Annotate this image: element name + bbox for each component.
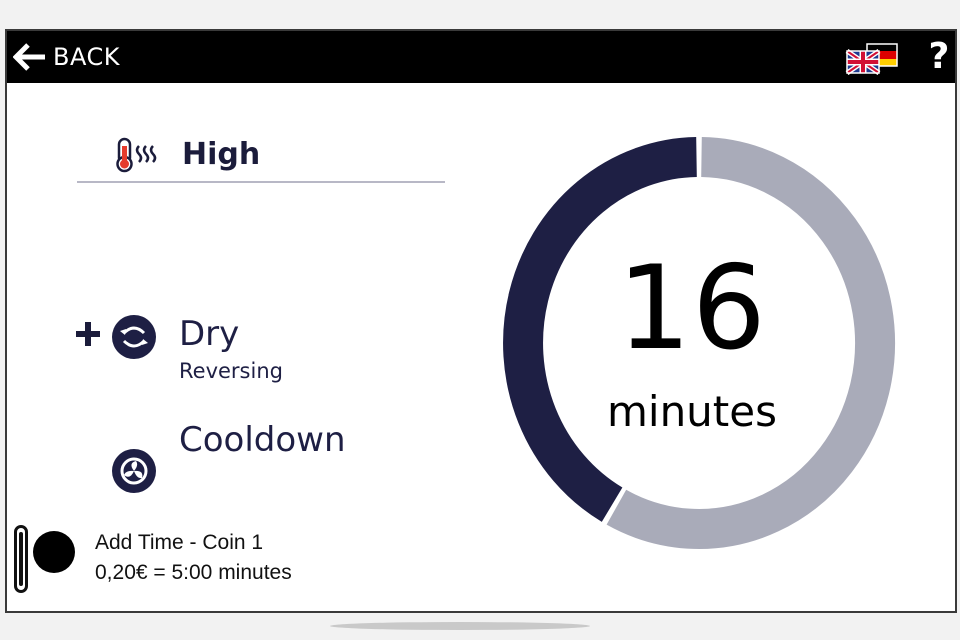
add-time-rate: 0,20€ = 5:00 minutes <box>95 561 292 584</box>
reversing-drum-icon <box>112 315 156 359</box>
heat-level-label: High <box>182 137 261 172</box>
back-label: BACK <box>53 43 120 71</box>
help-button[interactable]: ? <box>925 37 953 77</box>
dry-mode-subtitle: Reversing <box>179 359 283 383</box>
remaining-time-unit: minutes <box>606 387 777 436</box>
plus-icon[interactable] <box>73 319 103 349</box>
language-flags-icon[interactable] <box>845 43 899 76</box>
heat-level-selector[interactable]: High <box>77 129 445 183</box>
fan-icon <box>112 449 156 493</box>
thermometer-heat-icon <box>113 137 165 178</box>
device-edge-shadow <box>330 622 590 630</box>
add-time-title: Add Time - Coin 1 <box>95 531 264 554</box>
coin-slot-icon <box>14 525 28 593</box>
remaining-time-value: 16 <box>617 241 767 376</box>
cooldown-mode-title: Cooldown <box>179 420 346 460</box>
dry-mode-title: Dry <box>179 314 240 354</box>
arrow-left-icon <box>13 42 47 72</box>
coin-icon <box>33 531 75 573</box>
top-bar: BACK ? <box>7 31 955 83</box>
dryer-screen: BACK ? High Dry Reversing Cooldown Add T… <box>5 29 957 613</box>
back-button[interactable]: BACK <box>13 39 128 75</box>
